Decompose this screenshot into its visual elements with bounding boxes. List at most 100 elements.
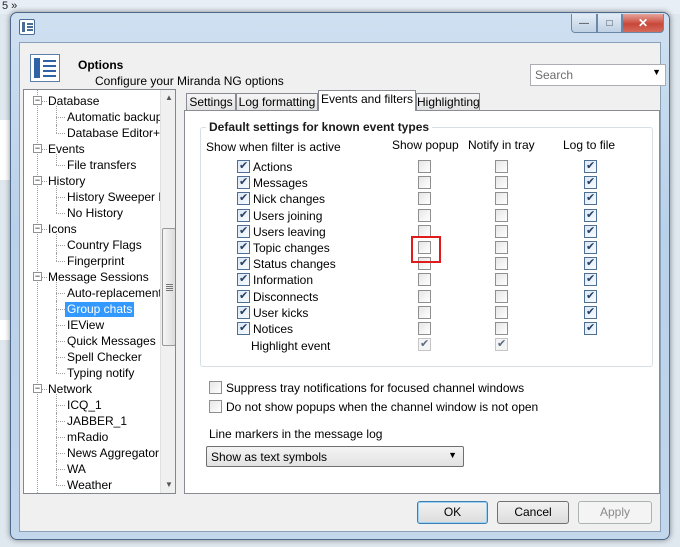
tree-connector [56, 325, 65, 326]
tree-expand-icon[interactable]: − [33, 272, 42, 281]
tray-checkbox[interactable] [495, 160, 508, 173]
tree-item-history[interactable]: History [46, 174, 87, 189]
tray-checkbox[interactable] [495, 225, 508, 238]
log-checkbox[interactable] [584, 175, 597, 189]
popup-checkbox[interactable] [418, 176, 431, 189]
tree-connector [56, 125, 57, 133]
tray-checkbox[interactable] [495, 241, 508, 254]
tree-item-file-transfers[interactable]: File transfers [65, 158, 138, 173]
filter-checkbox[interactable] [237, 224, 250, 238]
search-input[interactable]: Search ▼ [530, 64, 666, 86]
scroll-up-icon[interactable]: ▲ [161, 90, 175, 106]
tree-item-group-chats[interactable]: Group chats [65, 302, 135, 317]
no-popups-checkbox[interactable] [209, 400, 222, 413]
tree-item-wa[interactable]: WA [65, 462, 88, 477]
popup-checkbox[interactable] [418, 192, 431, 205]
minimize-button[interactable]: — [571, 14, 597, 33]
tree-item-automatic-backups[interactable]: Automatic backups [65, 110, 160, 125]
tree-item-jabber-1[interactable]: JABBER_1 [65, 414, 129, 429]
log-checkbox[interactable] [584, 272, 597, 286]
filter-checkbox[interactable] [237, 159, 250, 173]
tree-expand-icon[interactable]: − [33, 176, 42, 185]
tree-item-network[interactable]: Network [46, 382, 94, 397]
tree-item-typing-notify[interactable]: Typing notify [65, 366, 136, 381]
tray-checkbox[interactable] [495, 209, 508, 222]
filter-checkbox[interactable] [237, 191, 250, 205]
log-checkbox[interactable] [584, 321, 597, 335]
log-checkbox[interactable] [584, 208, 597, 222]
chevron-down-icon[interactable]: ▼ [652, 67, 661, 77]
tray-checkbox[interactable] [495, 176, 508, 189]
tree-item-quick-messages[interactable]: Quick Messages [65, 334, 158, 349]
tree-connector [56, 357, 65, 358]
tree-expand-icon[interactable]: − [33, 144, 42, 153]
log-checkbox[interactable] [584, 289, 597, 303]
log-checkbox[interactable] [584, 256, 597, 270]
tree-item-fingerprint[interactable]: Fingerprint [65, 254, 126, 269]
popup-checkbox[interactable] [418, 306, 431, 319]
log-checkbox[interactable] [584, 224, 597, 238]
cancel-button[interactable]: Cancel [497, 501, 569, 524]
highlight-tray-checkbox[interactable] [495, 337, 508, 351]
apply-button[interactable]: Apply [578, 501, 652, 524]
scrollbar-thumb[interactable] [162, 228, 175, 346]
scroll-down-icon[interactable]: ▼ [161, 477, 175, 493]
filter-checkbox[interactable] [237, 321, 250, 335]
tree-item-weather[interactable]: Weather [65, 478, 114, 493]
tray-checkbox[interactable] [495, 273, 508, 286]
tree-expand-icon[interactable]: − [33, 96, 42, 105]
group-title: Default settings for known event types [206, 120, 433, 134]
tree-item-news-aggregator[interactable]: News Aggregator [65, 446, 160, 461]
tree-item-events[interactable]: Events [46, 142, 87, 157]
options-tree[interactable]: − Database Automatic backups Database Edito… [23, 89, 176, 494]
popup-checkbox[interactable] [418, 322, 431, 335]
popup-checkbox[interactable] [418, 290, 431, 303]
close-button[interactable]: ✕ [622, 14, 664, 33]
tree-item-spell-checker[interactable]: Spell Checker [65, 350, 144, 365]
filter-checkbox[interactable] [237, 240, 250, 254]
popup-checkbox[interactable] [418, 160, 431, 173]
options-app-icon[interactable] [19, 19, 35, 35]
tree-item-database-editor[interactable]: Database Editor++ [65, 126, 160, 141]
tree-item-icq-1[interactable]: ICQ_1 [65, 398, 104, 413]
popup-checkbox[interactable] [418, 209, 431, 222]
maximize-button[interactable]: □ [597, 14, 622, 33]
tab-log-formatting[interactable]: Log formatting [236, 93, 318, 111]
tree-scrollbar[interactable]: ▲ ▼ [160, 90, 175, 493]
tray-checkbox[interactable] [495, 257, 508, 270]
log-checkbox[interactable] [584, 159, 597, 173]
tree-expand-icon[interactable]: − [33, 224, 42, 233]
tree-item-history-sweeper-li[interactable]: History Sweeper Li [65, 190, 160, 205]
filter-checkbox[interactable] [237, 305, 250, 319]
event-type-label: Status changes [253, 257, 336, 271]
line-markers-select[interactable]: Show as text symbols ▼ [206, 446, 464, 467]
tree-item-no-history[interactable]: No History [65, 206, 125, 221]
filter-checkbox[interactable] [237, 208, 250, 222]
filter-checkbox[interactable] [237, 256, 250, 270]
tray-checkbox[interactable] [495, 306, 508, 319]
tab-settings[interactable]: Settings [186, 93, 236, 111]
tree-item-mradio[interactable]: mRadio [65, 430, 110, 445]
tray-checkbox[interactable] [495, 192, 508, 205]
filter-checkbox[interactable] [237, 289, 250, 303]
log-checkbox[interactable] [584, 191, 597, 205]
tab-highlighting[interactable]: Highlighting [416, 93, 480, 111]
log-checkbox[interactable] [584, 240, 597, 254]
tray-checkbox[interactable] [495, 290, 508, 303]
tray-checkbox[interactable] [495, 322, 508, 335]
tree-expand-icon[interactable]: − [33, 384, 42, 393]
tree-item-icons[interactable]: Icons [46, 222, 79, 237]
highlight-popup-checkbox[interactable] [418, 337, 431, 351]
suppress-tray-checkbox[interactable] [209, 381, 222, 394]
tree-item-auto-replacements[interactable]: Auto-replacements [65, 286, 160, 301]
log-checkbox[interactable] [584, 305, 597, 319]
tree-item-country-flags[interactable]: Country Flags [65, 238, 144, 253]
ok-button[interactable]: OK [417, 501, 488, 524]
tree-item-ieview[interactable]: IEView [65, 318, 106, 333]
tree-item-database[interactable]: Database [46, 94, 101, 109]
tree-item-message-sessions[interactable]: Message Sessions [46, 270, 151, 285]
tab-events-and-filters[interactable]: Events and filters [318, 90, 416, 111]
popup-checkbox[interactable] [418, 273, 431, 286]
filter-checkbox[interactable] [237, 272, 250, 286]
filter-checkbox[interactable] [237, 175, 250, 189]
